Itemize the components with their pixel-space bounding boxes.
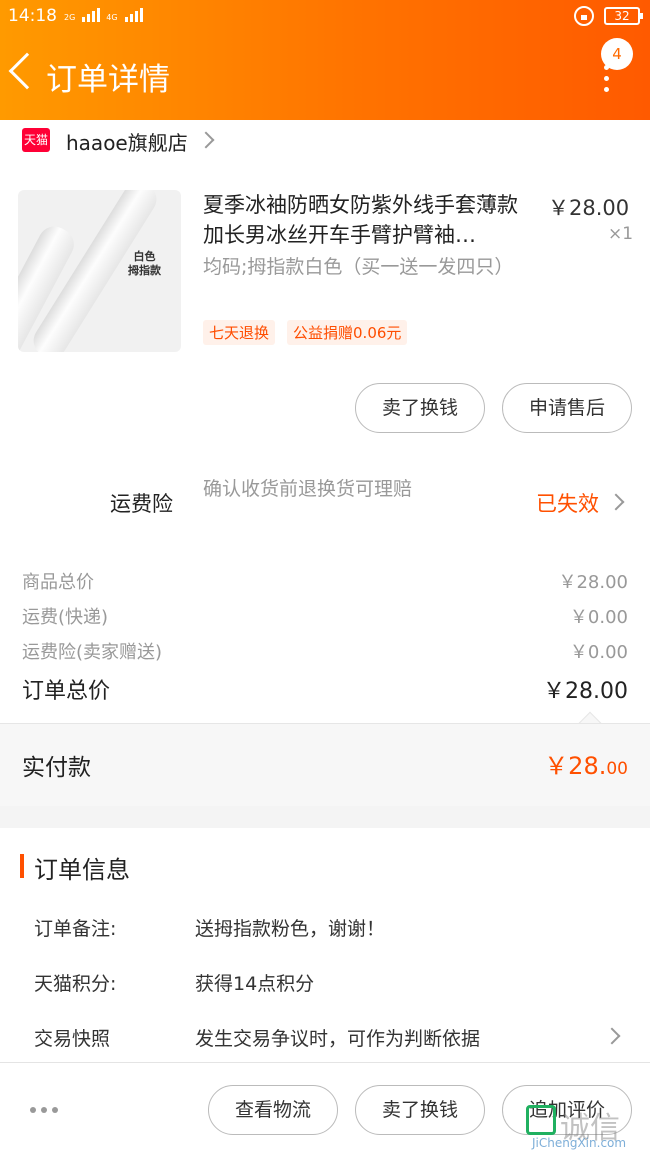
notification-badge: 4 xyxy=(601,38,633,70)
shop-name[interactable]: haaoe旗舰店 xyxy=(66,127,188,156)
shop-row[interactable]: 天猫 haaoe旗舰店 xyxy=(0,120,650,160)
product-title[interactable]: 夏季冰袖防晒女防紫外线手套薄款加长男冰丝开车手臂护臂袖… xyxy=(203,190,538,250)
tag-charity: 公益捐赠0.06元 xyxy=(287,320,408,345)
apply-after-sale-button[interactable]: 申请售后 xyxy=(502,383,632,433)
fee-row-insurance: 运费险(卖家赠送) ￥0.00 xyxy=(22,642,628,663)
battery-icon: 32 xyxy=(604,7,643,25)
service-tags: 七天退换 公益捐赠0.06元 xyxy=(203,320,408,345)
view-logistics-button[interactable]: 查看物流 xyxy=(208,1085,338,1135)
site-watermark: 诚信 JiChengXin.com xyxy=(524,1101,644,1151)
chevron-right-icon xyxy=(197,131,215,149)
header: 14:18 2G 4G 32 订单详情 4 xyxy=(0,0,650,120)
shipping-insurance-status[interactable]: 已失效 xyxy=(536,488,599,518)
network-type-2: 4G xyxy=(106,13,118,22)
image-label: 白色 拇指款 xyxy=(128,250,161,277)
rotation-lock-icon xyxy=(574,6,594,26)
product-sku: 均码;拇指款白色（买一送一发四只） xyxy=(203,256,514,278)
tmall-logo-icon: 天猫 xyxy=(22,128,50,152)
sell-for-cash-button-bottom[interactable]: 卖了换钱 xyxy=(355,1085,485,1135)
payment-summary: 实付款 ￥28.00 xyxy=(0,723,650,806)
section-accent-bar xyxy=(20,854,24,878)
paid-amount-label: 实付款 xyxy=(22,755,91,781)
network-type-1: 2G xyxy=(64,13,76,22)
order-info-title: 订单信息 xyxy=(34,856,130,884)
tag-return: 七天退换 xyxy=(203,320,276,345)
signal-bars-icon xyxy=(124,6,143,22)
more-actions-icon[interactable] xyxy=(30,1107,58,1113)
paid-amount-value: ￥28.00 xyxy=(544,752,628,780)
chevron-right-icon xyxy=(607,493,625,511)
sell-for-cash-button[interactable]: 卖了换钱 xyxy=(355,383,485,433)
shipping-insurance-label: 运费险 xyxy=(110,492,173,516)
fee-row-goods: 商品总价 ￥28.00 xyxy=(22,572,628,593)
status-time: 14:18 xyxy=(8,6,57,26)
signal-indicators: 2G 4G xyxy=(64,6,143,22)
order-total-row: 订单总价 ￥28.00 xyxy=(22,679,628,704)
fee-row-shipping: 运费(快递) ￥0.00 xyxy=(22,607,628,628)
back-icon[interactable] xyxy=(8,52,46,90)
product-image[interactable]: 白色 拇指款 xyxy=(18,190,181,352)
product-quantity: ×1 xyxy=(608,224,634,244)
product-price: ￥28.00 xyxy=(548,196,630,220)
shipping-insurance-desc: 确认收货前退换货可理赔 xyxy=(203,478,413,500)
chevron-right-icon xyxy=(603,1027,621,1045)
watermark-logo-icon xyxy=(526,1105,556,1135)
order-info-section: 订单信息 订单备注: 送拇指款粉色，谢谢！ 天猫积分: 获得14点积分 交易快照… xyxy=(0,828,650,1062)
status-bar: 14:18 2G 4G 32 xyxy=(0,0,650,34)
page-title: 订单详情 xyxy=(46,62,170,98)
signal-bars-icon xyxy=(82,6,101,22)
order-card: 天猫 haaoe旗舰店 白色 拇指款 夏季冰袖防晒女防紫外线手套薄款加长男冰丝开… xyxy=(0,120,650,806)
